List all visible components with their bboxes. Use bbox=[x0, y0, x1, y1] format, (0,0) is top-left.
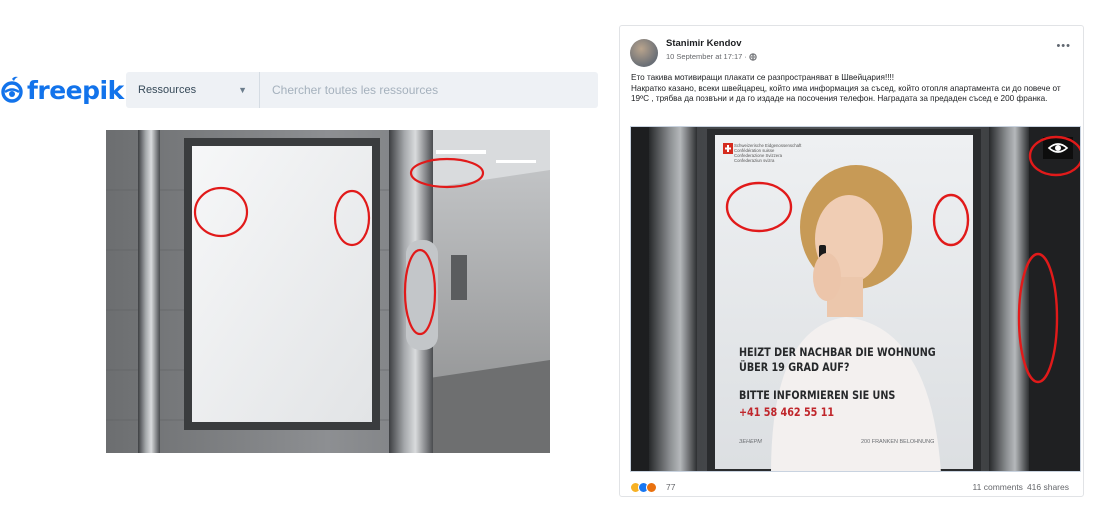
poster-footer-right: 200 FRANKEN BELOHNUNG bbox=[861, 439, 935, 445]
post-timestamp[interactable]: 10 September at 17:17 · bbox=[666, 52, 747, 61]
poster-headline: HEIZT DER NACHBAR DIE WOHNUNG ÜBER 19 GR… bbox=[739, 345, 941, 375]
poster-authority-line: Confederaziun svizra bbox=[734, 158, 775, 163]
globe-icon bbox=[749, 52, 757, 61]
poster-phone: +41 58 462 55 11 bbox=[739, 406, 835, 419]
freepik-logo[interactable]: freepik bbox=[0, 72, 124, 108]
comments-count[interactable]: 11 comments bbox=[973, 482, 1023, 492]
post-meta: 10 September at 17:17 · bbox=[666, 52, 757, 61]
resource-type-dropdown[interactable]: Ressources ▼ bbox=[126, 72, 260, 108]
freepik-logo-text: freepik bbox=[27, 75, 124, 105]
reaction-count: 77 bbox=[666, 482, 676, 492]
post-author-name[interactable]: Stanimir Kendov bbox=[666, 38, 742, 49]
resource-type-label: Ressources bbox=[138, 84, 197, 96]
freepik-search-bar: Ressources ▼ bbox=[126, 72, 598, 108]
reactions[interactable]: 77 bbox=[630, 481, 676, 493]
post-photo-scene bbox=[631, 127, 1080, 471]
post-body-line: Накратко казано, всеки швейцарец, който … bbox=[631, 83, 1061, 104]
chevron-down-icon: ▼ bbox=[238, 85, 247, 95]
search-input[interactable] bbox=[260, 72, 598, 108]
poster-footer-left: ЗЕНЕРМ bbox=[739, 439, 762, 445]
freepik-logo-icon bbox=[1, 76, 23, 103]
angry-icon bbox=[646, 481, 657, 493]
avatar[interactable] bbox=[630, 39, 658, 67]
shares-count[interactable]: 416 shares bbox=[1027, 482, 1069, 492]
poster-headline-line: HEIZT DER NACHBAR DIE WOHNUNG bbox=[739, 346, 936, 359]
post-body-line: Ето такива мотивиращи плакати се разпрос… bbox=[631, 73, 895, 82]
stock-photo-scene bbox=[106, 130, 550, 453]
stock-photo-billboard[interactable] bbox=[106, 130, 550, 453]
poster-headline-line: ÜBER 19 GRAD AUF? bbox=[739, 361, 850, 374]
facebook-post: Stanimir Kendov 10 September at 17:17 · … bbox=[619, 25, 1084, 497]
post-body: Ето такива мотивиращи плакати се разпрос… bbox=[631, 73, 1076, 105]
poster-authority: Schweizerische Eidgenossenschaft Confédé… bbox=[734, 143, 829, 163]
screenshot-composite: freepik Ressources ▼ Chercher toutes les… bbox=[0, 0, 1100, 522]
post-photo[interactable]: Schweizerische Eidgenossenschaft Confédé… bbox=[630, 126, 1081, 472]
post-stats: 11 comments 416 shares bbox=[973, 482, 1069, 492]
poster-cta: BITTE INFORMIEREN SIE UNS bbox=[739, 389, 896, 402]
more-options-icon[interactable]: ••• bbox=[1056, 40, 1071, 52]
post-footer: 77 11 comments 416 shares bbox=[620, 477, 1083, 496]
reaction-icons bbox=[630, 481, 657, 493]
